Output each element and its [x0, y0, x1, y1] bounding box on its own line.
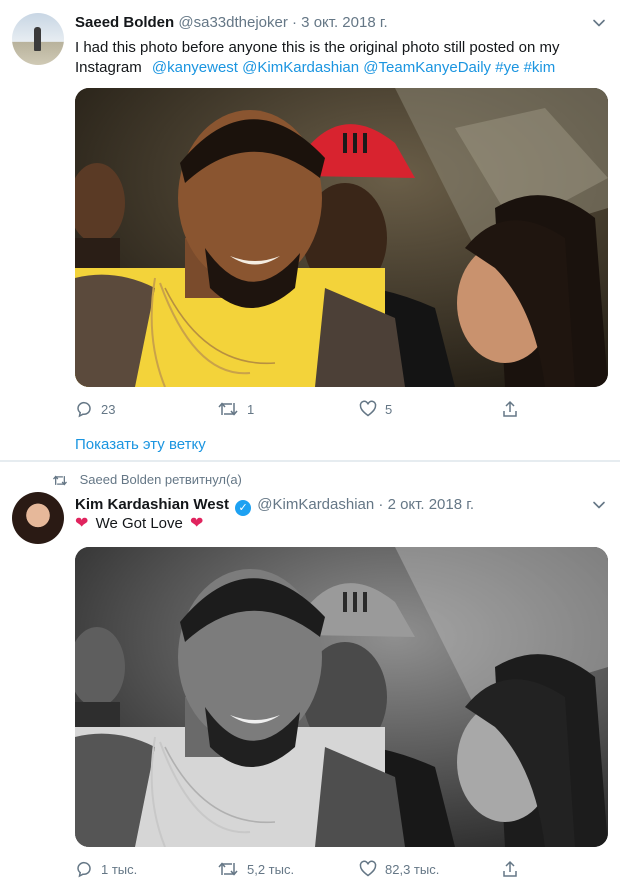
share-button[interactable] — [501, 398, 519, 420]
handle[interactable]: @sa33dthejoker — [178, 14, 287, 31]
tweet-body: We Got Love — [95, 515, 183, 532]
tweet-photo[interactable] — [75, 88, 608, 387]
tweet-text: ❤ We Got Love ❤ — [75, 514, 607, 534]
retweet-context: Saeed Bolden ретвитнул(а) — [52, 472, 242, 487]
share-upload-icon — [503, 400, 517, 417]
red-heart-emoji: ❤ — [75, 515, 89, 532]
tweet-actions: 1 тыс. 5,2 тыс. 82,3 тыс. — [75, 858, 545, 880]
retweet-count: 1 — [247, 401, 255, 417]
avatar-person-figure — [34, 27, 41, 51]
red-heart-emoji: ❤ — [190, 515, 204, 532]
retweet-button[interactable]: 5,2 тыс. — [217, 858, 294, 880]
show-thread-link[interactable]: Показать эту ветку — [75, 436, 206, 453]
reply-button[interactable]: 1 тыс. — [75, 858, 137, 880]
chevron-down-icon[interactable] — [592, 498, 606, 512]
heart-outline-icon — [359, 860, 377, 877]
reply-count: 1 тыс. — [101, 861, 138, 877]
tweet-kim-kardashian[interactable]: Saeed Bolden ретвитнул(а) Kim Kardashian… — [0, 462, 620, 889]
hashtag-ye[interactable]: #ye — [495, 59, 519, 76]
photo-illustration — [75, 547, 608, 847]
share-button[interactable] — [501, 858, 519, 880]
mention-teamkanyedaily[interactable]: @TeamKanyeDaily — [363, 59, 491, 76]
retweet-context-text[interactable]: Saeed Bolden ретвитнул(а) — [80, 472, 242, 487]
retweet-arrows-icon — [218, 402, 238, 416]
hashtag-kim[interactable]: #kim — [524, 59, 556, 76]
tweet-date[interactable]: · 3 окт. 2018 г. — [292, 14, 388, 31]
like-count: 82,3 тыс. — [385, 861, 440, 877]
retweet-count: 5,2 тыс. — [247, 861, 295, 877]
tweet-text: I had this photo before anyone this is t… — [75, 38, 607, 78]
mention-kanyewest[interactable]: @kanyewest — [152, 59, 238, 76]
tweet-actions: 23 1 5 — [75, 398, 545, 420]
tweet-saeed-bolden[interactable]: Saeed Bolden @sa33dthejoker · 3 окт. 201… — [0, 0, 620, 460]
reply-button[interactable]: 23 — [75, 398, 115, 420]
display-name[interactable]: Saeed Bolden — [75, 14, 174, 31]
tweet-header: Saeed Bolden @sa33dthejoker · 3 окт. 201… — [75, 14, 388, 31]
mention-kimkardashian[interactable]: @KimKardashian — [242, 59, 359, 76]
like-button[interactable]: 5 — [359, 398, 392, 420]
handle[interactable]: @KimKardashian — [257, 496, 374, 513]
retweet-arrows-icon — [53, 475, 67, 486]
like-count: 5 — [385, 401, 393, 417]
tweet-date[interactable]: · 2 окт. 2018 г. — [378, 496, 474, 513]
display-name[interactable]: Kim Kardashian West — [75, 496, 229, 513]
comment-bubble-icon — [77, 401, 91, 418]
share-upload-icon — [503, 860, 517, 877]
photo-illustration — [75, 88, 608, 387]
tweet-photo[interactable] — [75, 547, 608, 847]
tweet-header: Kim Kardashian West ✓ @KimKardashian · 2… — [75, 496, 474, 516]
avatar[interactable] — [12, 492, 64, 544]
chevron-down-icon[interactable] — [592, 16, 606, 30]
like-button[interactable]: 82,3 тыс. — [359, 858, 439, 880]
avatar[interactable] — [12, 13, 64, 65]
retweet-button[interactable]: 1 — [217, 398, 254, 420]
comment-bubble-icon — [77, 861, 91, 878]
reply-count: 23 — [101, 401, 116, 417]
retweet-arrows-icon — [218, 862, 238, 876]
heart-outline-icon — [359, 400, 377, 417]
